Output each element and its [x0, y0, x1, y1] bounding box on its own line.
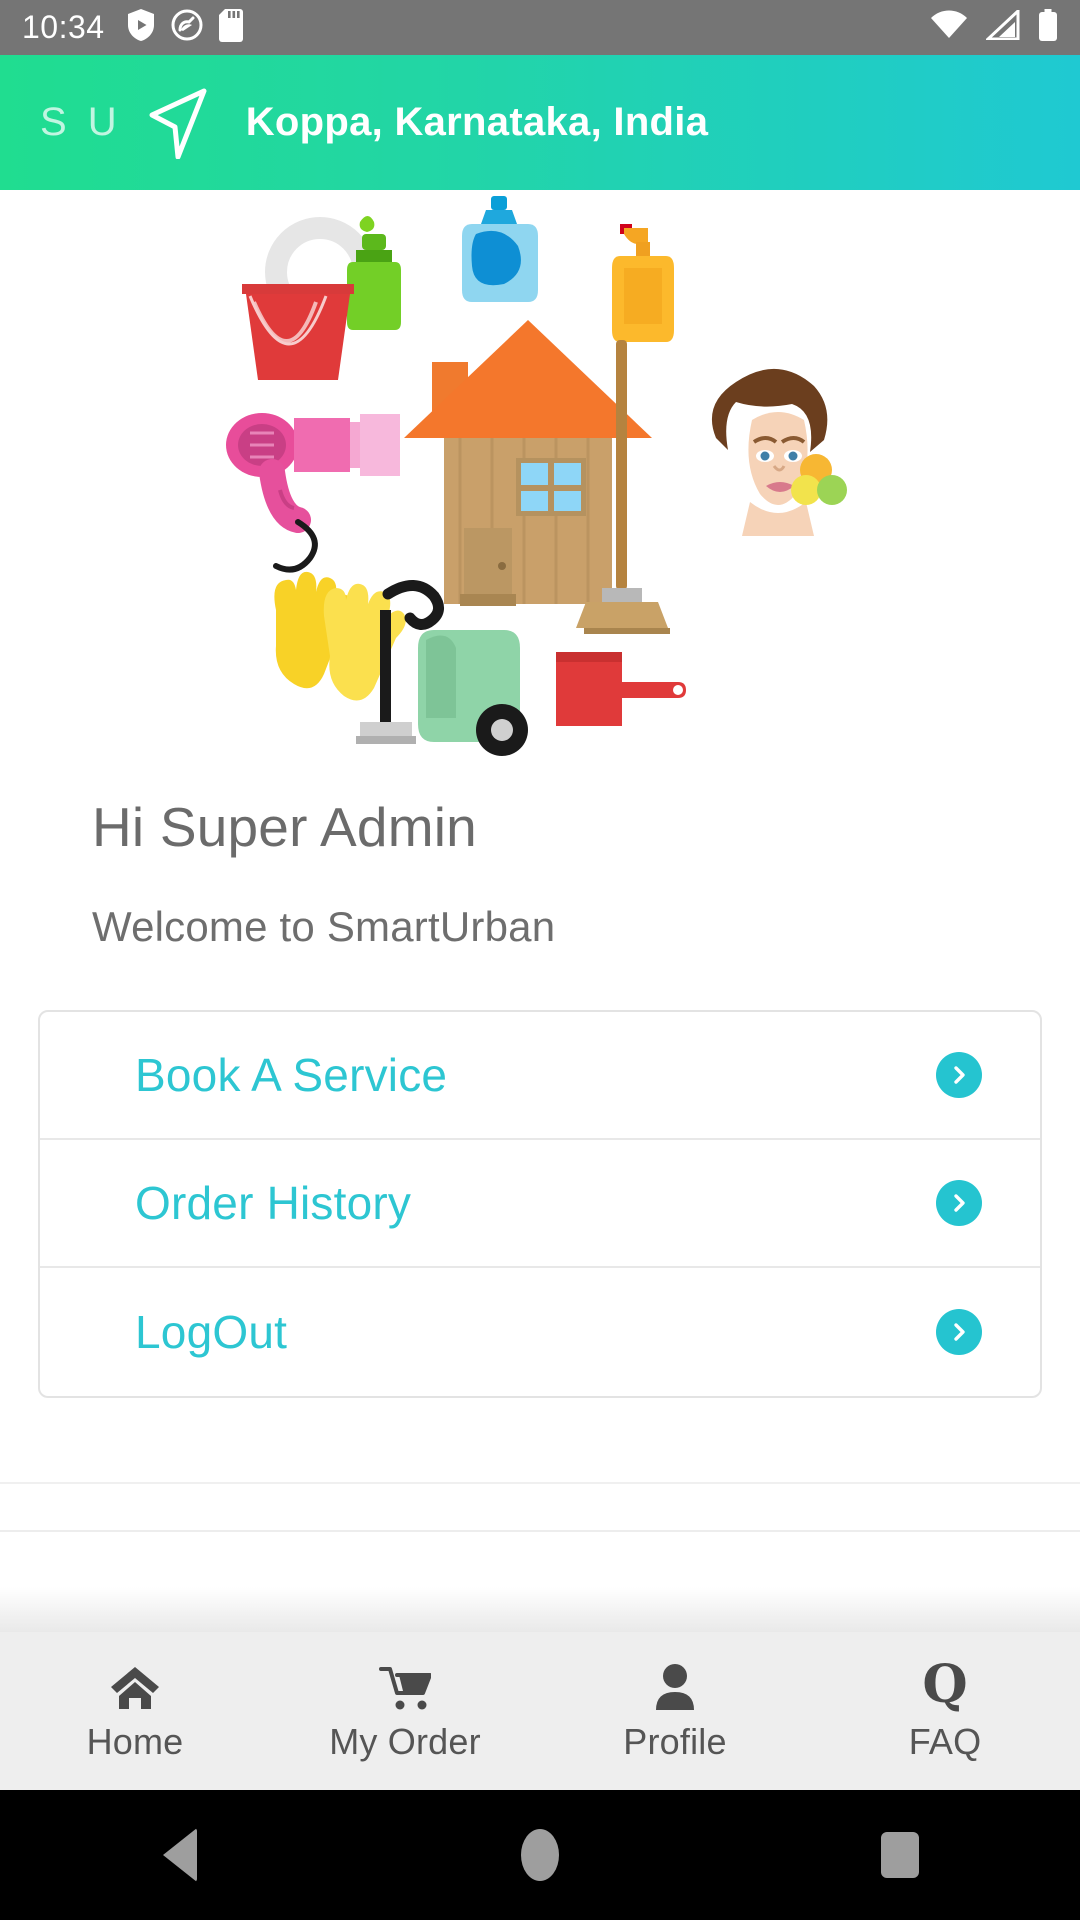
nav-home-button[interactable]	[360, 1829, 720, 1881]
sd-card-icon	[218, 8, 243, 47]
pink-hair-dryer	[226, 413, 400, 573]
house-illustration	[404, 320, 652, 606]
tab-my-order[interactable]: My Order	[270, 1659, 540, 1763]
tab-label: FAQ	[908, 1721, 982, 1762]
blue-detergent-bottle	[462, 196, 538, 302]
android-navigation-bar	[0, 1790, 1080, 1920]
status-bar-notification-icons	[127, 8, 243, 47]
red-bucket	[242, 284, 354, 380]
menu-item-order-history[interactable]: Order History	[40, 1140, 1040, 1268]
battery-icon	[1038, 9, 1058, 46]
menu-item-label: LogOut	[135, 1306, 288, 1358]
chevron-right-icon[interactable]	[936, 1052, 982, 1098]
status-bar-clock: 10:34	[22, 9, 105, 45]
home-icon	[110, 1659, 160, 1711]
location-arrow-icon[interactable]	[148, 87, 210, 159]
green-vacuum-cleaner	[356, 580, 528, 756]
greeting-title: Hi Super Admin	[92, 796, 477, 858]
faq-glyph: Q	[922, 1654, 968, 1715]
nav-recents-button[interactable]	[720, 1832, 1080, 1878]
tab-profile[interactable]: Profile	[540, 1659, 810, 1763]
tab-faq[interactable]: Q FAQ	[810, 1659, 1080, 1763]
location-title[interactable]: Koppa, Karnataka, India	[246, 100, 709, 145]
back-triangle-icon	[163, 1828, 197, 1882]
tab-label: Home	[86, 1721, 184, 1762]
app-header-bar: S U Koppa, Karnataka, India	[0, 55, 1080, 190]
menu-item-logout[interactable]: LogOut	[40, 1268, 1040, 1396]
shopping-cart-icon	[379, 1659, 431, 1711]
chevron-right-icon[interactable]	[936, 1309, 982, 1355]
menu-item-book-a-service[interactable]: Book A Service	[40, 1012, 1040, 1140]
main-menu-card: Book A Service Order History LogOut	[38, 1010, 1042, 1398]
menu-item-label: Book A Service	[135, 1049, 448, 1101]
phone-screen: 10:34 S U Koppa, Karnataka, India Hi Sup…	[0, 0, 1080, 1920]
home-circle-icon	[521, 1829, 559, 1881]
question-q-icon: Q	[922, 1659, 967, 1711]
nav-back-button[interactable]	[0, 1828, 360, 1882]
chevron-right-icon[interactable]	[936, 1180, 982, 1226]
home-cleaning-services-illustration	[0, 190, 1080, 780]
orange-spray-bottle	[612, 220, 674, 342]
welcome-subtitle: Welcome to SmartUrban	[92, 903, 556, 950]
greeting-section: Hi Super Admin Welcome to SmartUrban	[0, 795, 1080, 951]
wifi-icon	[930, 10, 968, 45]
app-logo-text: S U	[40, 100, 122, 144]
menu-item-label: Order History	[135, 1177, 412, 1229]
tab-label: My Order	[329, 1721, 481, 1762]
recents-square-icon	[881, 1832, 919, 1878]
bottom-tab-bar: Home My Order Profile Q FAQ	[0, 1632, 1080, 1790]
red-dustpan	[556, 652, 686, 726]
status-bar: 10:34	[0, 0, 1080, 55]
cellular-signal-icon	[984, 7, 1020, 45]
person-icon	[654, 1659, 696, 1711]
privacy-camera-icon	[171, 9, 203, 46]
tab-home[interactable]: Home	[0, 1659, 270, 1763]
tab-label: Profile	[623, 1721, 727, 1762]
status-bar-system-icons	[930, 7, 1058, 46]
shield-play-icon	[127, 8, 155, 47]
woman-face-with-sponges	[711, 368, 847, 536]
content-divider-upper	[0, 1482, 1080, 1484]
tabbar-shadow	[0, 1532, 1080, 1632]
